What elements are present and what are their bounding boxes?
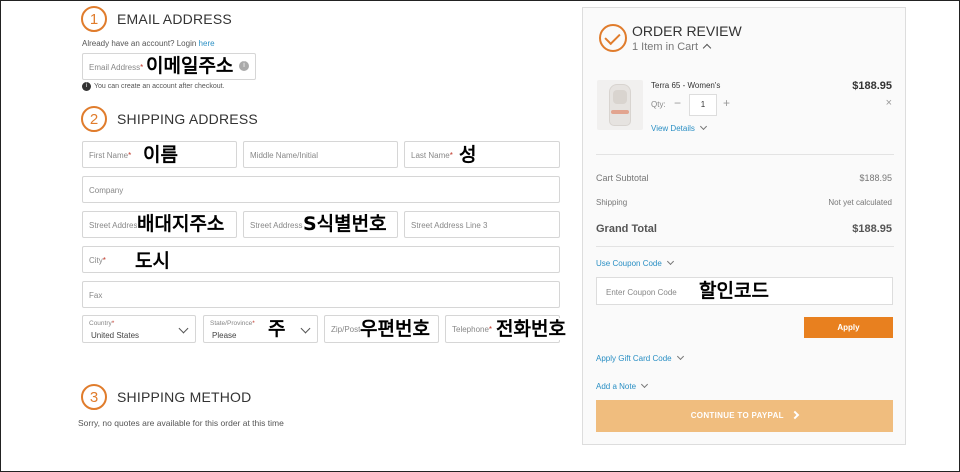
step-number: 2 bbox=[81, 106, 107, 132]
street-line1-overlay-label: 배대지주소 bbox=[137, 213, 225, 235]
login-prompt-text: Already have an account? Login bbox=[82, 39, 197, 48]
email-section-header: 1 EMAIL ADDRESS bbox=[81, 6, 232, 32]
first-name-overlay-label: 이름 bbox=[143, 144, 178, 166]
account-note: i You can create an account after checko… bbox=[82, 82, 225, 91]
country-value: United States bbox=[91, 331, 140, 340]
product-name[interactable]: Terra 65 - Women's bbox=[651, 81, 720, 90]
section-title: EMAIL ADDRESS bbox=[117, 11, 232, 27]
state-overlay-label: 주 bbox=[268, 318, 286, 340]
qty-label: Qty: bbox=[651, 100, 666, 109]
country-label: Country* bbox=[89, 320, 115, 327]
section-title: SHIPPING ADDRESS bbox=[117, 111, 258, 127]
grand-total-value: $188.95 bbox=[852, 223, 892, 235]
street-line2-placeholder: Street Address bbox=[250, 221, 303, 230]
qty-input[interactable]: 1 bbox=[689, 94, 717, 116]
divider bbox=[596, 246, 894, 247]
last-name-field[interactable]: Last Name* bbox=[404, 141, 560, 168]
zip-overlay-label: 우편번호 bbox=[360, 318, 430, 340]
state-value: Please bbox=[212, 331, 237, 340]
apply-coupon-button[interactable]: Apply bbox=[804, 317, 893, 338]
chevron-right-icon bbox=[791, 410, 800, 420]
street-line2-overlay-label: S식별번호 bbox=[303, 213, 387, 235]
chevron-down-icon bbox=[699, 122, 707, 131]
login-link[interactable]: here bbox=[199, 39, 215, 48]
product-image[interactable] bbox=[597, 80, 643, 130]
coupon-placeholder: Enter Coupon Code bbox=[606, 288, 677, 297]
first-name-placeholder: First Name* bbox=[89, 151, 132, 160]
chevron-up-icon bbox=[702, 43, 712, 53]
state-label: State/Province* bbox=[210, 320, 255, 327]
last-name-placeholder: Last Name* bbox=[411, 151, 453, 160]
coupon-toggle-link[interactable]: Use Coupon Code bbox=[596, 257, 674, 268]
middle-name-field[interactable]: Middle Name/Initial bbox=[243, 141, 398, 168]
subtotal-value: $188.95 bbox=[859, 173, 892, 183]
shipping-section-header: 2 SHIPPING ADDRESS bbox=[81, 106, 258, 132]
qty-increase-button[interactable]: + bbox=[723, 96, 730, 110]
order-review-panel: ORDER REVIEW 1 Item in Cart Terra 65 - W… bbox=[582, 7, 906, 445]
chevron-down-icon bbox=[640, 380, 649, 389]
street-line1-placeholder: Street Address bbox=[89, 221, 142, 230]
shipping-value: Not yet calculated bbox=[828, 198, 892, 207]
coupon-toggle-label: Use Coupon Code bbox=[596, 259, 662, 268]
qty-decrease-button[interactable]: − bbox=[674, 96, 681, 110]
subtotal-label: Cart Subtotal bbox=[596, 173, 649, 183]
shipping-label: Shipping bbox=[596, 198, 628, 207]
add-note-link[interactable]: Add a Note bbox=[596, 380, 649, 391]
step-number: 1 bbox=[81, 6, 107, 32]
section-title: SHIPPING METHOD bbox=[117, 389, 252, 405]
fax-field[interactable]: Fax bbox=[82, 281, 560, 308]
info-icon: i bbox=[239, 61, 249, 71]
remove-item-icon[interactable]: × bbox=[886, 97, 892, 109]
fax-placeholder: Fax bbox=[89, 291, 103, 300]
last-name-overlay-label: 성 bbox=[459, 144, 477, 166]
view-details-link[interactable]: View Details bbox=[651, 122, 707, 133]
chevron-down-icon bbox=[178, 323, 189, 334]
company-field[interactable]: Company bbox=[82, 176, 560, 203]
chevron-down-icon bbox=[676, 352, 684, 361]
country-select[interactable]: Country* United States bbox=[82, 315, 196, 343]
city-overlay-label: 도시 bbox=[135, 250, 170, 272]
step-number: 3 bbox=[81, 384, 107, 410]
city-placeholder: City* bbox=[89, 256, 106, 265]
product-price: $188.95 bbox=[852, 80, 892, 92]
paypal-label: CONTINUE TO PAYPAL bbox=[690, 411, 784, 420]
order-review-title: ORDER REVIEW bbox=[632, 23, 742, 39]
coupon-overlay-label: 할인코드 bbox=[699, 280, 769, 302]
company-placeholder: Company bbox=[89, 186, 124, 195]
street-line3-field[interactable]: Street Address Line 3 bbox=[404, 211, 560, 238]
divider bbox=[596, 154, 894, 155]
cart-toggle[interactable]: 1 Item in Cart bbox=[632, 41, 712, 53]
add-note-label: Add a Note bbox=[596, 382, 637, 391]
view-details-label: View Details bbox=[651, 124, 695, 133]
no-quotes-note: Sorry, no quotes are available for this … bbox=[78, 418, 284, 428]
chevron-down-icon bbox=[300, 323, 311, 334]
login-prompt: Already have an account? Login here bbox=[82, 39, 215, 48]
info-circle-icon: i bbox=[82, 82, 91, 91]
telephone-overlay-label: 전화번호 bbox=[496, 318, 566, 340]
account-note-text: You can create an account after checkout… bbox=[94, 83, 225, 90]
cart-count: 1 Item in Cart bbox=[632, 41, 699, 53]
checkmark-icon bbox=[599, 24, 627, 52]
grand-total-label: Grand Total bbox=[596, 223, 657, 235]
email-placeholder: Email Address* bbox=[89, 63, 144, 72]
middle-name-placeholder: Middle Name/Initial bbox=[250, 151, 319, 160]
street-line3-placeholder: Street Address Line 3 bbox=[411, 221, 488, 230]
state-select[interactable]: State/Province* Please bbox=[203, 315, 318, 343]
method-section-header: 3 SHIPPING METHOD bbox=[81, 384, 251, 410]
chevron-down-icon bbox=[666, 257, 674, 266]
gift-card-label: Apply Gift Card Code bbox=[596, 354, 672, 363]
continue-to-paypal-button[interactable]: CONTINUE TO PAYPAL bbox=[596, 400, 893, 432]
gift-card-link[interactable]: Apply Gift Card Code bbox=[596, 352, 684, 363]
email-overlay-label: 이메일주소 bbox=[146, 55, 234, 77]
telephone-placeholder: Telephone* bbox=[452, 325, 493, 334]
